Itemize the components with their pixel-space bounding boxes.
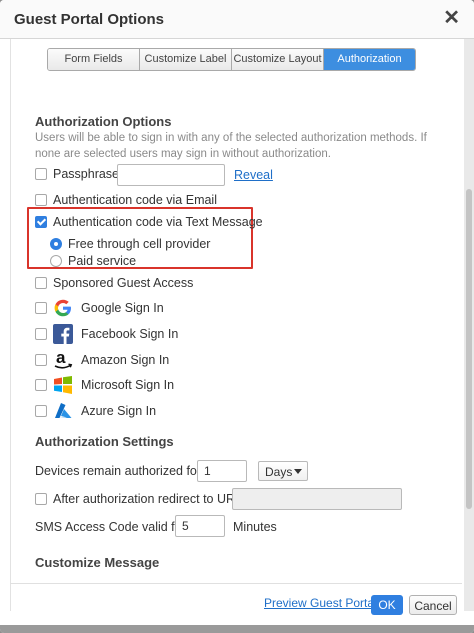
paid-service-radio[interactable] — [50, 255, 62, 267]
sms-valid-label: SMS Access Code valid for — [35, 520, 186, 534]
azure-label: Azure Sign In — [81, 404, 157, 418]
devices-duration-input[interactable]: 1 — [197, 460, 247, 482]
azure-checkbox[interactable] — [35, 405, 47, 417]
chevron-down-icon — [294, 469, 302, 474]
email-code-label: Authentication code via Email — [53, 193, 217, 207]
redirect-checkbox[interactable] — [35, 493, 47, 505]
microsoft-row: Microsoft Sign In — [35, 375, 174, 395]
amazon-checkbox[interactable] — [35, 354, 47, 366]
tab-authorization[interactable]: Authorization — [324, 49, 415, 70]
passphrase-input[interactable] — [117, 164, 225, 186]
google-checkbox[interactable] — [35, 302, 47, 314]
microsoft-checkbox[interactable] — [35, 379, 47, 391]
microsoft-icon — [53, 375, 73, 395]
scrollbar-thumb[interactable] — [466, 189, 472, 509]
sms-code-checkbox[interactable] — [35, 216, 47, 228]
passphrase-row: Passphrase — [35, 167, 119, 181]
devices-unit-select[interactable]: Days — [258, 461, 308, 481]
sms-mode-paid-row: Paid service — [50, 254, 136, 268]
microsoft-label: Microsoft Sign In — [81, 378, 175, 392]
google-label: Google Sign In — [81, 301, 164, 315]
tab-customize-layout[interactable]: Customize Layout — [232, 49, 324, 70]
footer-divider — [10, 583, 462, 584]
google-icon — [53, 298, 73, 318]
email-code-checkbox[interactable] — [35, 194, 47, 206]
devices-unit-value: Days — [265, 465, 293, 479]
svg-text:a: a — [56, 349, 66, 367]
amazon-row: a Amazon Sign In — [35, 349, 170, 370]
paid-service-label: Paid service — [68, 254, 137, 268]
facebook-label: Facebook Sign In — [81, 327, 179, 341]
authorization-options-heading: Authorization Options — [35, 114, 172, 129]
cancel-button[interactable]: Cancel — [409, 595, 457, 615]
tab-bar: Form Fields Customize Label Customize La… — [47, 48, 416, 71]
email-code-row: Authentication code via Email — [35, 193, 217, 207]
passphrase-checkbox[interactable] — [35, 168, 47, 180]
preview-guest-portal-link[interactable]: Preview Guest Portal — [264, 596, 377, 610]
passphrase-label: Passphrase — [53, 167, 120, 181]
free-provider-label: Free through cell provider — [68, 237, 211, 251]
tab-customize-label[interactable]: Customize Label — [140, 49, 232, 70]
authorization-help-text: Users will be able to sign in with any o… — [35, 132, 427, 160]
devices-row: Devices remain authorized for — [35, 464, 201, 478]
redirect-label: After authorization redirect to URL — [53, 492, 242, 506]
customize-message-heading: Customize Message — [35, 555, 160, 570]
reveal-link[interactable]: Reveal — [234, 168, 273, 182]
background-window-edge — [0, 625, 474, 633]
sms-mode-free-row: Free through cell provider — [50, 237, 210, 251]
facebook-checkbox[interactable] — [35, 328, 47, 340]
guest-portal-options-dialog: Guest Portal Options ✕ Form Fields Custo… — [0, 0, 474, 633]
redirect-row: After authorization redirect to URL — [35, 492, 242, 506]
dialog-titlebar: Guest Portal Options ✕ — [0, 0, 474, 39]
google-row: Google Sign In — [35, 298, 164, 318]
amazon-label: Amazon Sign In — [81, 353, 170, 367]
redirect-url-input[interactable] — [232, 488, 402, 510]
sms-valid-unit: Minutes — [233, 520, 277, 534]
tab-form-fields[interactable]: Form Fields — [48, 49, 140, 70]
sponsored-label: Sponsored Guest Access — [53, 276, 194, 290]
free-provider-radio[interactable] — [50, 238, 62, 250]
ok-button[interactable]: OK — [371, 595, 403, 615]
azure-icon — [53, 401, 73, 421]
sms-valid-input[interactable]: 5 — [175, 515, 225, 537]
sponsored-checkbox[interactable] — [35, 277, 47, 289]
sms-valid-row: SMS Access Code valid for — [35, 520, 186, 534]
facebook-row: Facebook Sign In — [35, 324, 178, 344]
sms-code-label: Authentication code via Text Message — [53, 215, 263, 229]
scrollbar[interactable] — [464, 39, 474, 611]
amazon-icon: a — [53, 349, 73, 370]
dialog-title: Guest Portal Options — [14, 11, 165, 28]
devices-label: Devices remain authorized for — [35, 464, 202, 478]
facebook-icon — [53, 324, 73, 344]
azure-row: Azure Sign In — [35, 401, 156, 421]
sponsored-row: Sponsored Guest Access — [35, 276, 193, 290]
authorization-settings-heading: Authorization Settings — [35, 434, 174, 449]
sms-code-row: Authentication code via Text Message — [35, 215, 263, 229]
close-icon[interactable]: ✕ — [443, 8, 460, 28]
